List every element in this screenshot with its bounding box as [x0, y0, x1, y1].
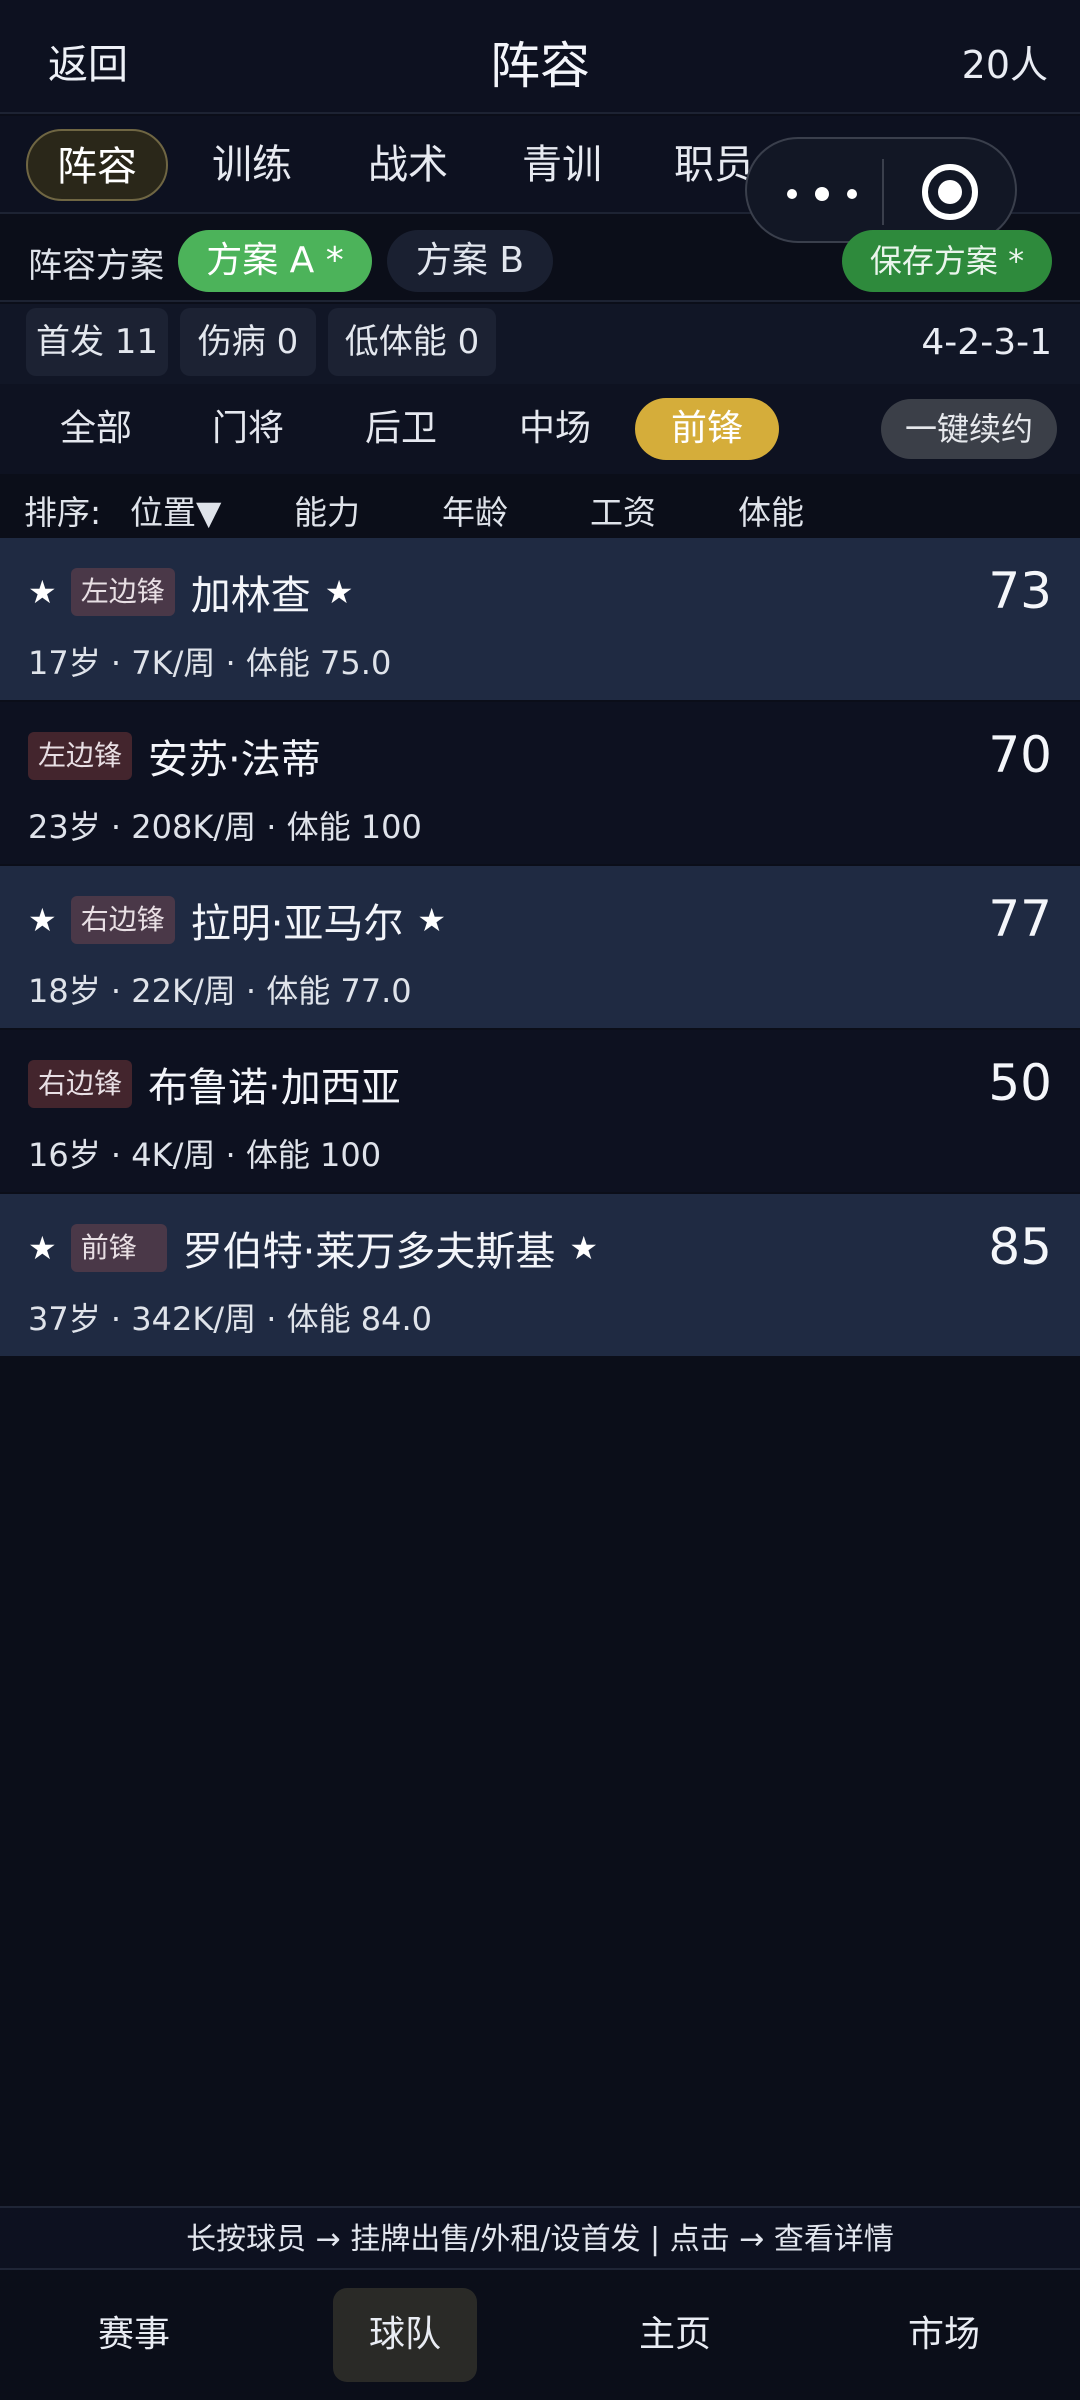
page-title: 阵容: [490, 37, 590, 95]
renew-all-button[interactable]: 一键续约: [881, 399, 1057, 459]
scheme-b-button[interactable]: 方案 B: [387, 230, 553, 292]
hint-bar: 长按球员 → 挂牌出售/外租/设首发 | 点击 → 查看详情: [0, 2206, 1080, 2270]
player-row[interactable]: ★ 左边锋 加林查 ★ 73 17岁 · 7K/周 · 体能 75.0: [0, 538, 1080, 702]
player-info: 37岁 · 342K/周 · 体能 84.0: [28, 1300, 433, 1338]
player-name: 加林查: [190, 573, 311, 619]
star-icon: ★: [324, 573, 354, 611]
nav-home[interactable]: 主页: [603, 2288, 747, 2382]
player-info: 16岁 · 4K/周 · 体能 100: [28, 1136, 382, 1174]
tab-youth[interactable]: 青训: [496, 129, 628, 201]
filter-goalkeeper[interactable]: 门将: [188, 398, 308, 460]
player-name: 罗伯特·莱万多夫斯基: [182, 1229, 556, 1275]
player-rating: 50: [988, 1054, 1052, 1112]
player-name: 安苏·法蒂: [148, 737, 321, 783]
tab-tactics[interactable]: 战术: [342, 129, 474, 201]
position-badge: 右边锋: [28, 1060, 133, 1108]
injured-chip: 伤病 0: [180, 308, 316, 376]
filter-midfielder[interactable]: 中场: [495, 398, 615, 460]
top-bar: 返回 阵容 20人: [0, 0, 1080, 114]
filter-all[interactable]: 全部: [36, 398, 156, 460]
position-badge: 右边锋: [70, 896, 175, 944]
nav-market[interactable]: 市场: [872, 2288, 1016, 2382]
player-row[interactable]: 右边锋 布鲁诺·加西亚 50 16岁 · 4K/周 · 体能 100: [0, 1030, 1080, 1194]
player-rating: 77: [988, 890, 1052, 948]
sort-age[interactable]: 年龄: [442, 486, 508, 534]
star-icon: ★: [28, 901, 57, 939]
player-rating: 73: [988, 562, 1052, 620]
position-badge: 左边锋: [28, 732, 133, 780]
sort-ability[interactable]: 能力: [294, 486, 360, 534]
starters-chip: 首发 11: [26, 308, 168, 376]
sort-label: 排序:: [24, 493, 102, 532]
star-icon: ★: [28, 573, 57, 611]
position-badge: 左边锋: [70, 568, 175, 616]
target-circle-icon[interactable]: [922, 164, 978, 220]
player-list: ★ 左边锋 加林查 ★ 73 17岁 · 7K/周 · 体能 75.0 左边锋 …: [0, 538, 1080, 1358]
star-icon: ★: [417, 901, 447, 939]
player-name: 布鲁诺·加西亚: [148, 1065, 401, 1111]
player-info: 23岁 · 208K/周 · 体能 100: [28, 808, 422, 846]
sort-position[interactable]: 位置▼: [130, 486, 221, 534]
scheme-label: 阵容方案: [28, 246, 164, 286]
filter-defender[interactable]: 后卫: [341, 398, 461, 460]
tab-lineup[interactable]: 阵容: [26, 129, 168, 201]
save-scheme-button[interactable]: 保存方案 *: [842, 230, 1052, 292]
sort-row: 排序: 位置▼ 能力 年龄 工资 体能: [0, 478, 1080, 538]
player-rating: 85: [988, 1218, 1052, 1276]
squad-count: 20人: [961, 43, 1048, 87]
sort-wage[interactable]: 工资: [590, 486, 656, 534]
player-info: 18岁 · 22K/周 · 体能 77.0: [28, 972, 412, 1010]
player-row[interactable]: ★ 前锋 罗伯特·莱万多夫斯基 ★ 85 37岁 · 342K/周 · 体能 8…: [0, 1194, 1080, 1358]
position-filter: 全部 门将 后卫 中场 前锋 一键续约: [0, 384, 1080, 474]
player-name: 拉明·亚马尔: [190, 901, 404, 947]
lineup-scheme-row: 阵容方案 方案 A * 方案 B 保存方案 *: [0, 216, 1080, 302]
nav-matches[interactable]: 赛事: [62, 2288, 206, 2382]
sort-stamina[interactable]: 体能: [738, 486, 804, 534]
squad-stats-row: 首发 11 伤病 0 低体能 0 4-2-3-1: [0, 304, 1080, 384]
filter-forward[interactable]: 前锋: [635, 398, 779, 460]
star-icon: ★: [569, 1229, 599, 1267]
tab-training[interactable]: 训练: [186, 129, 318, 201]
position-badge: 前锋: [70, 1224, 167, 1272]
formation-label: 4-2-3-1: [921, 322, 1052, 363]
low-stamina-chip: 低体能 0: [328, 308, 496, 376]
more-dots-icon[interactable]: [787, 187, 857, 201]
player-info: 17岁 · 7K/周 · 体能 75.0: [28, 644, 392, 682]
scheme-a-button[interactable]: 方案 A *: [178, 230, 372, 292]
bottom-nav: 赛事 球队 主页 市场: [0, 2272, 1080, 2400]
player-row[interactable]: 左边锋 安苏·法蒂 70 23岁 · 208K/周 · 体能 100: [0, 702, 1080, 866]
player-row[interactable]: ★ 右边锋 拉明·亚马尔 ★ 77 18岁 · 22K/周 · 体能 77.0: [0, 866, 1080, 1030]
star-icon: ★: [28, 1229, 57, 1267]
player-rating: 70: [988, 726, 1052, 784]
nav-team[interactable]: 球队: [333, 2288, 477, 2382]
